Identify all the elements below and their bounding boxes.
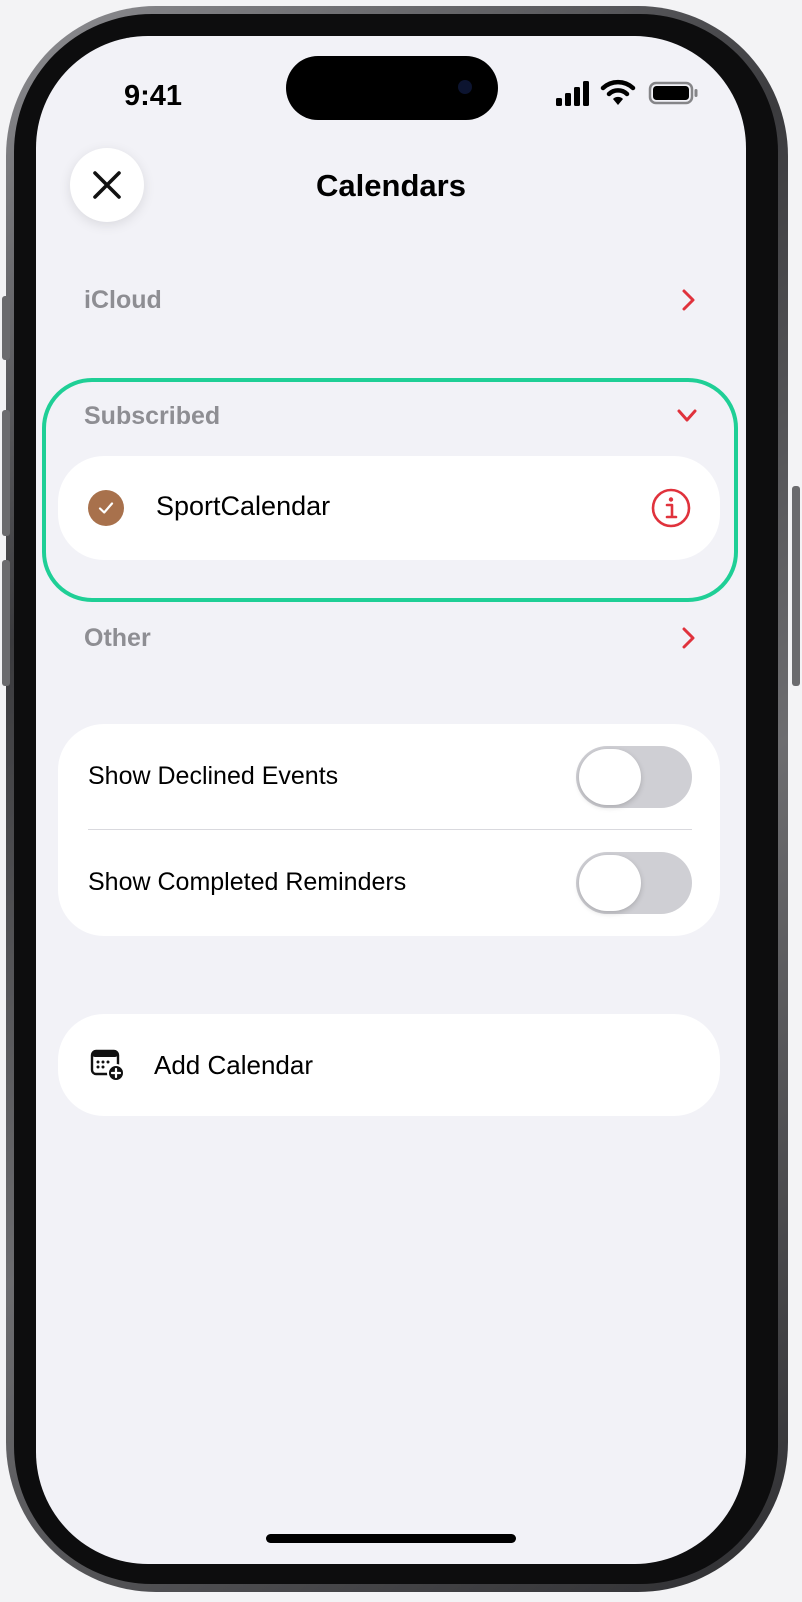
section-other-label: Other [84,624,151,652]
add-calendar-button[interactable]: Add Calendar [58,1014,720,1116]
calendar-checkbox[interactable] [88,490,124,526]
page-title: Calendars [316,168,466,203]
section-subscribed[interactable]: Subscribed [84,398,704,438]
cellular-signal-icon [556,81,589,106]
section-subscribed-label: Subscribed [84,402,221,430]
toggle-row-completed-reminders: Show Completed Reminders [58,830,720,935]
screen: 9:41 Calendars iCloud Subscribed SportCa… [36,36,746,1564]
show-completed-reminders-toggle[interactable] [576,852,692,914]
chevron-right-icon [682,627,695,649]
toggle-knob [579,855,641,911]
calendar-add-icon [90,1049,125,1082]
info-icon[interactable] [650,487,692,529]
volume-up-button [2,410,10,536]
checkmark-icon [98,502,114,514]
status-icons [554,78,704,108]
toggle-row-declined-events: Show Declined Events [58,724,720,829]
volume-down-button [2,560,10,686]
home-indicator [266,1534,516,1543]
section-other[interactable]: Other [84,620,704,660]
chevron-right-icon [682,289,695,311]
toggle-label-completed-reminders: Show Completed Reminders [88,868,407,896]
show-declined-events-toggle[interactable] [576,746,692,808]
section-icloud[interactable]: iCloud [84,282,704,322]
settings-toggles-card: Show Declined Events Show Completed Remi… [58,724,720,936]
status-time: 9:41 [124,80,183,112]
battery-icon [648,81,698,105]
toggle-label-declined-events: Show Declined Events [88,762,339,790]
chevron-down-icon [677,409,697,422]
toggle-knob [579,749,641,805]
dynamic-island [286,56,498,120]
stage: 9:41 Calendars iCloud Subscribed SportCa… [0,0,802,1602]
calendar-name: SportCalendar [156,491,331,521]
section-icloud-label: iCloud [84,286,162,314]
power-button [792,486,800,686]
front-camera [458,80,472,94]
add-calendar-label: Add Calendar [154,1050,313,1080]
action-button [2,296,10,360]
wifi-icon [600,79,636,105]
calendar-item-sportcalendar[interactable]: SportCalendar [58,456,720,560]
